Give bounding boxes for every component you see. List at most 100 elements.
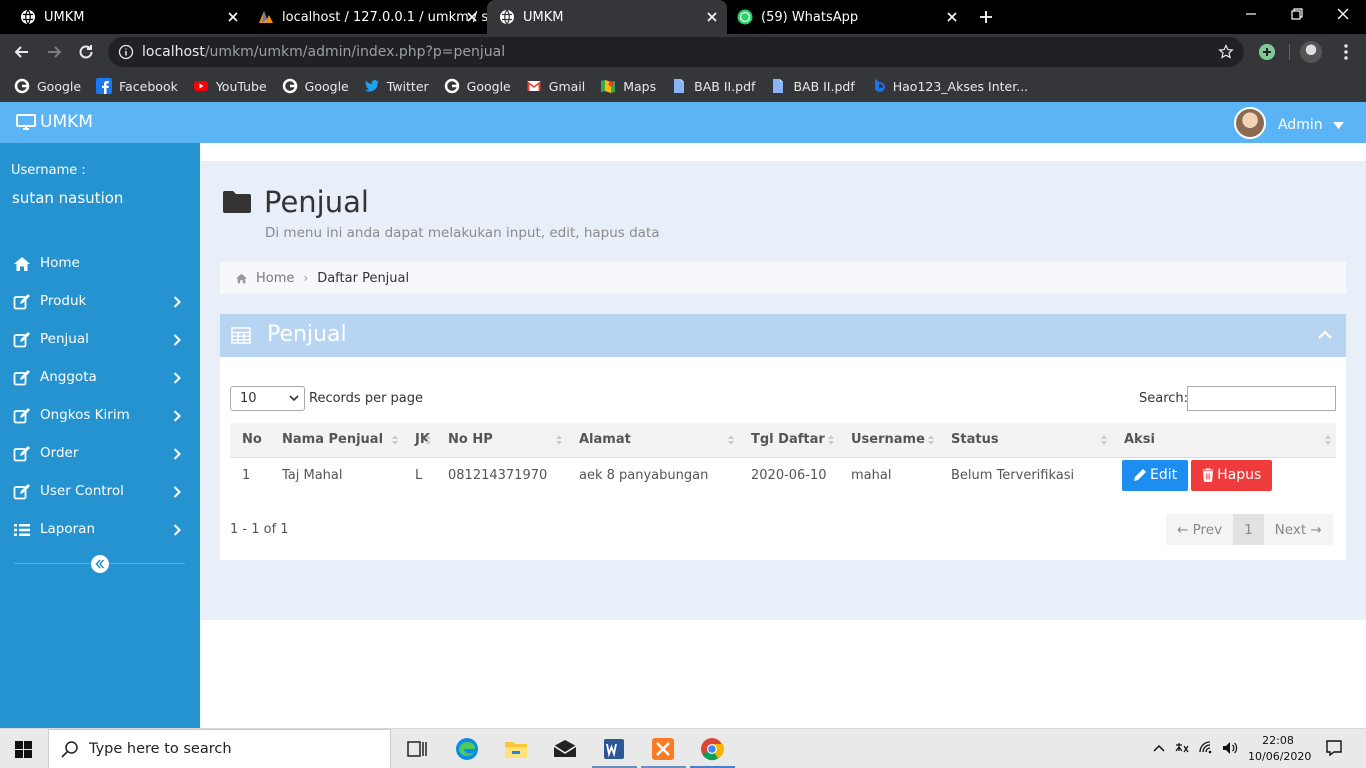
edge-icon[interactable] bbox=[454, 736, 480, 762]
caret-down-icon bbox=[1332, 121, 1344, 129]
minimize-icon[interactable] bbox=[1243, 6, 1259, 22]
bookmark-google-2[interactable]: Google bbox=[282, 78, 349, 94]
windows-start-icon[interactable] bbox=[15, 741, 32, 758]
input-method-icon[interactable] bbox=[1174, 740, 1190, 756]
xampp-icon[interactable] bbox=[650, 736, 676, 762]
admin-avatar[interactable] bbox=[1234, 107, 1266, 139]
column-header-aksi[interactable]: Aksi bbox=[1112, 423, 1336, 458]
chevron-right-icon bbox=[173, 372, 181, 384]
sidebar-item-anggota[interactable]: Anggota bbox=[0, 363, 200, 393]
bookmark-hao123[interactable]: Hao123_Akses Inter... bbox=[870, 78, 1028, 94]
edit-button[interactable]: Edit bbox=[1122, 459, 1189, 491]
column-header-alamat[interactable]: Alamat bbox=[567, 423, 739, 458]
bookmark-bab-ii-1[interactable]: BAB II.pdf bbox=[671, 78, 755, 94]
browser-tab-umkm-active[interactable]: UMKM bbox=[487, 0, 727, 34]
sidebar-item-user-control[interactable]: User Control bbox=[0, 477, 200, 507]
bookmark-star-icon[interactable] bbox=[1218, 44, 1234, 60]
extension-add-icon[interactable] bbox=[1257, 42, 1277, 62]
forward-icon[interactable] bbox=[44, 42, 64, 62]
bookmarks-bar: Google Facebook YouTube Google Twitter G… bbox=[0, 70, 1366, 102]
sidebar-item-penjual[interactable]: Penjual bbox=[0, 325, 200, 355]
close-tab-icon[interactable] bbox=[945, 10, 959, 24]
cell-status: Belum Terverifikasi bbox=[951, 467, 1075, 483]
bookmark-google-3[interactable]: Google bbox=[444, 78, 511, 94]
mail-icon[interactable] bbox=[552, 736, 578, 762]
search-label: Search: bbox=[1139, 391, 1189, 406]
sort-icon bbox=[1101, 435, 1107, 445]
sidebar-item-home[interactable]: Home bbox=[0, 249, 200, 279]
task-view-icon[interactable] bbox=[403, 736, 429, 762]
edit-icon bbox=[13, 408, 30, 424]
edit-icon bbox=[13, 484, 30, 500]
search-input[interactable] bbox=[1187, 386, 1336, 411]
sidebar-item-ongkos-kirim[interactable]: Ongkos Kirim bbox=[0, 401, 200, 431]
records-per-page-select[interactable]: 10 bbox=[230, 386, 305, 411]
breadcrumb-current: Daftar Penjual bbox=[317, 270, 410, 286]
column-header-status[interactable]: Status bbox=[939, 423, 1112, 458]
word-icon[interactable] bbox=[601, 736, 627, 762]
browser-tab-phpmyadmin[interactable]: localhost / 127.0.0.1 / umkm / sta bbox=[248, 0, 487, 34]
sidebar-item-produk[interactable]: Produk bbox=[0, 287, 200, 317]
column-header-no[interactable]: No bbox=[230, 423, 270, 458]
back-icon[interactable] bbox=[12, 42, 32, 62]
notification-icon[interactable] bbox=[1325, 739, 1343, 757]
browser-tab-umkm-1[interactable]: UMKM bbox=[0, 0, 248, 34]
browser-menu-icon[interactable] bbox=[1336, 42, 1356, 62]
address-bar[interactable]: localhost/umkm/umkm/admin/index.php?p=pe… bbox=[108, 37, 1244, 67]
sidebar-item-order[interactable]: Order bbox=[0, 439, 200, 469]
wifi-icon[interactable] bbox=[1199, 740, 1215, 756]
restore-icon[interactable] bbox=[1289, 6, 1305, 22]
volume-icon[interactable] bbox=[1222, 740, 1238, 756]
reload-icon[interactable] bbox=[76, 42, 96, 62]
sidebar-collapse-button[interactable] bbox=[91, 555, 109, 573]
column-header-username[interactable]: Username bbox=[839, 423, 939, 458]
sort-icon bbox=[556, 435, 562, 445]
taskbar-search-box[interactable]: Type here to search bbox=[48, 729, 391, 768]
chevron-right-icon bbox=[173, 524, 181, 536]
taskbar-clock[interactable]: 22:08 10/06/2020 bbox=[1248, 733, 1311, 765]
column-header-tgl-daftar[interactable]: Tgl Daftar bbox=[739, 423, 839, 458]
bookmark-bab-ii-2[interactable]: BAB II.pdf bbox=[770, 78, 855, 94]
close-tab-icon[interactable] bbox=[226, 10, 240, 24]
user-menu-toggle[interactable]: Admin bbox=[1278, 117, 1344, 133]
bookmark-maps[interactable]: Maps bbox=[600, 78, 656, 94]
pagination-next[interactable]: Next → bbox=[1263, 514, 1333, 545]
breadcrumb-home[interactable]: Home bbox=[256, 271, 294, 286]
bookmark-google-1[interactable]: Google bbox=[14, 78, 81, 94]
close-tab-icon[interactable] bbox=[465, 10, 479, 24]
file-explorer-icon[interactable] bbox=[503, 736, 529, 762]
pencil-icon bbox=[1134, 469, 1146, 482]
brand-link[interactable]: UMKM bbox=[16, 112, 93, 132]
main-content: Penjual Di menu ini anda dapat melakukan… bbox=[200, 161, 1366, 620]
close-tab-icon[interactable] bbox=[705, 10, 719, 24]
profile-avatar[interactable] bbox=[1300, 41, 1322, 63]
bookmark-twitter[interactable]: Twitter bbox=[364, 78, 429, 94]
google-icon bbox=[282, 78, 298, 94]
sidebar-item-laporan[interactable]: Laporan bbox=[0, 515, 200, 545]
page-subtitle: Di menu ini anda dapat melakukan input, … bbox=[265, 225, 660, 241]
pagination-page-1[interactable]: 1 bbox=[1233, 514, 1264, 545]
column-header-nama[interactable]: Nama Penjual bbox=[270, 423, 403, 458]
column-header-jk[interactable]: JK bbox=[403, 423, 436, 458]
delete-button[interactable]: Hapus bbox=[1191, 459, 1273, 491]
phpmyadmin-icon bbox=[259, 11, 273, 23]
chevron-up-icon[interactable] bbox=[1151, 740, 1167, 756]
browser-tab-whatsapp[interactable]: (59) WhatsApp bbox=[727, 0, 967, 34]
site-info-icon[interactable] bbox=[118, 44, 134, 60]
table-info: 1 - 1 of 1 bbox=[230, 522, 289, 537]
close-window-icon[interactable] bbox=[1335, 6, 1351, 22]
table-icon bbox=[231, 327, 251, 344]
app-header: UMKM Admin bbox=[0, 102, 1366, 143]
bookmark-gmail[interactable]: Gmail bbox=[526, 78, 585, 94]
chevron-up-icon[interactable] bbox=[1317, 329, 1333, 341]
home-icon bbox=[14, 257, 30, 271]
chevron-down-icon bbox=[289, 395, 299, 402]
trash-icon bbox=[1202, 468, 1214, 483]
bookmark-facebook[interactable]: Facebook bbox=[96, 78, 178, 94]
bookmark-youtube[interactable]: YouTube bbox=[193, 78, 267, 94]
chrome-icon[interactable] bbox=[699, 736, 725, 762]
new-tab-icon[interactable] bbox=[978, 9, 994, 25]
google-icon bbox=[444, 78, 460, 94]
pagination-prev[interactable]: ← Prev bbox=[1166, 514, 1234, 545]
column-header-no-hp[interactable]: No HP bbox=[436, 423, 567, 458]
